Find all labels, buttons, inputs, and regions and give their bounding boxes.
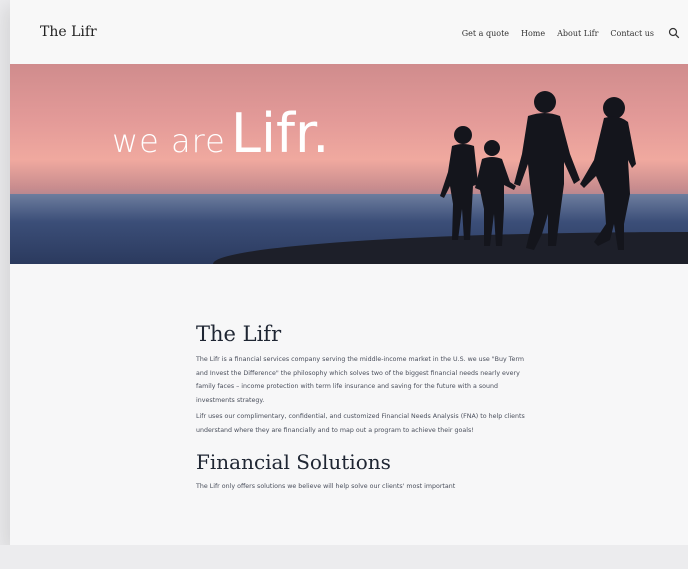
fna-paragraph: Lifr uses our complimentary, confidentia…	[196, 413, 525, 434]
section-heading-financial-solutions: Financial Solutions	[196, 449, 391, 474]
nav-home[interactable]: Home	[521, 29, 545, 38]
brand-logo[interactable]: The Lifr	[40, 24, 97, 40]
main-nav: Get a quote Home About Lifr Contact us	[462, 27, 680, 39]
browser-page: The Lifr Get a quote Home About Lifr Con…	[10, 0, 688, 545]
hero-title-small: we are	[112, 122, 226, 160]
nav-about-lifr[interactable]: About Lifr	[557, 29, 598, 38]
family-silhouette-image	[440, 91, 636, 250]
intro-paragraph: The Lifr is a financial services company…	[196, 356, 524, 404]
backdrop	[0, 545, 688, 569]
main-content: The Lifr The Lifr is a financial service…	[196, 322, 536, 496]
search-icon[interactable]	[668, 27, 680, 39]
hero-title-big: Lifr.	[230, 102, 330, 165]
hero-title: we are Lifr.	[112, 102, 329, 165]
site-header: The Lifr Get a quote Home About Lifr Con…	[10, 0, 688, 65]
nav-get-a-quote[interactable]: Get a quote	[462, 29, 509, 38]
page-fade	[10, 533, 688, 545]
page-title: The Lifr	[196, 322, 282, 346]
solutions-paragraph: The Lifr only offers solutions we believ…	[196, 482, 456, 490]
nav-contact-us[interactable]: Contact us	[610, 29, 654, 38]
hero-banner: we are Lifr.	[10, 64, 688, 264]
